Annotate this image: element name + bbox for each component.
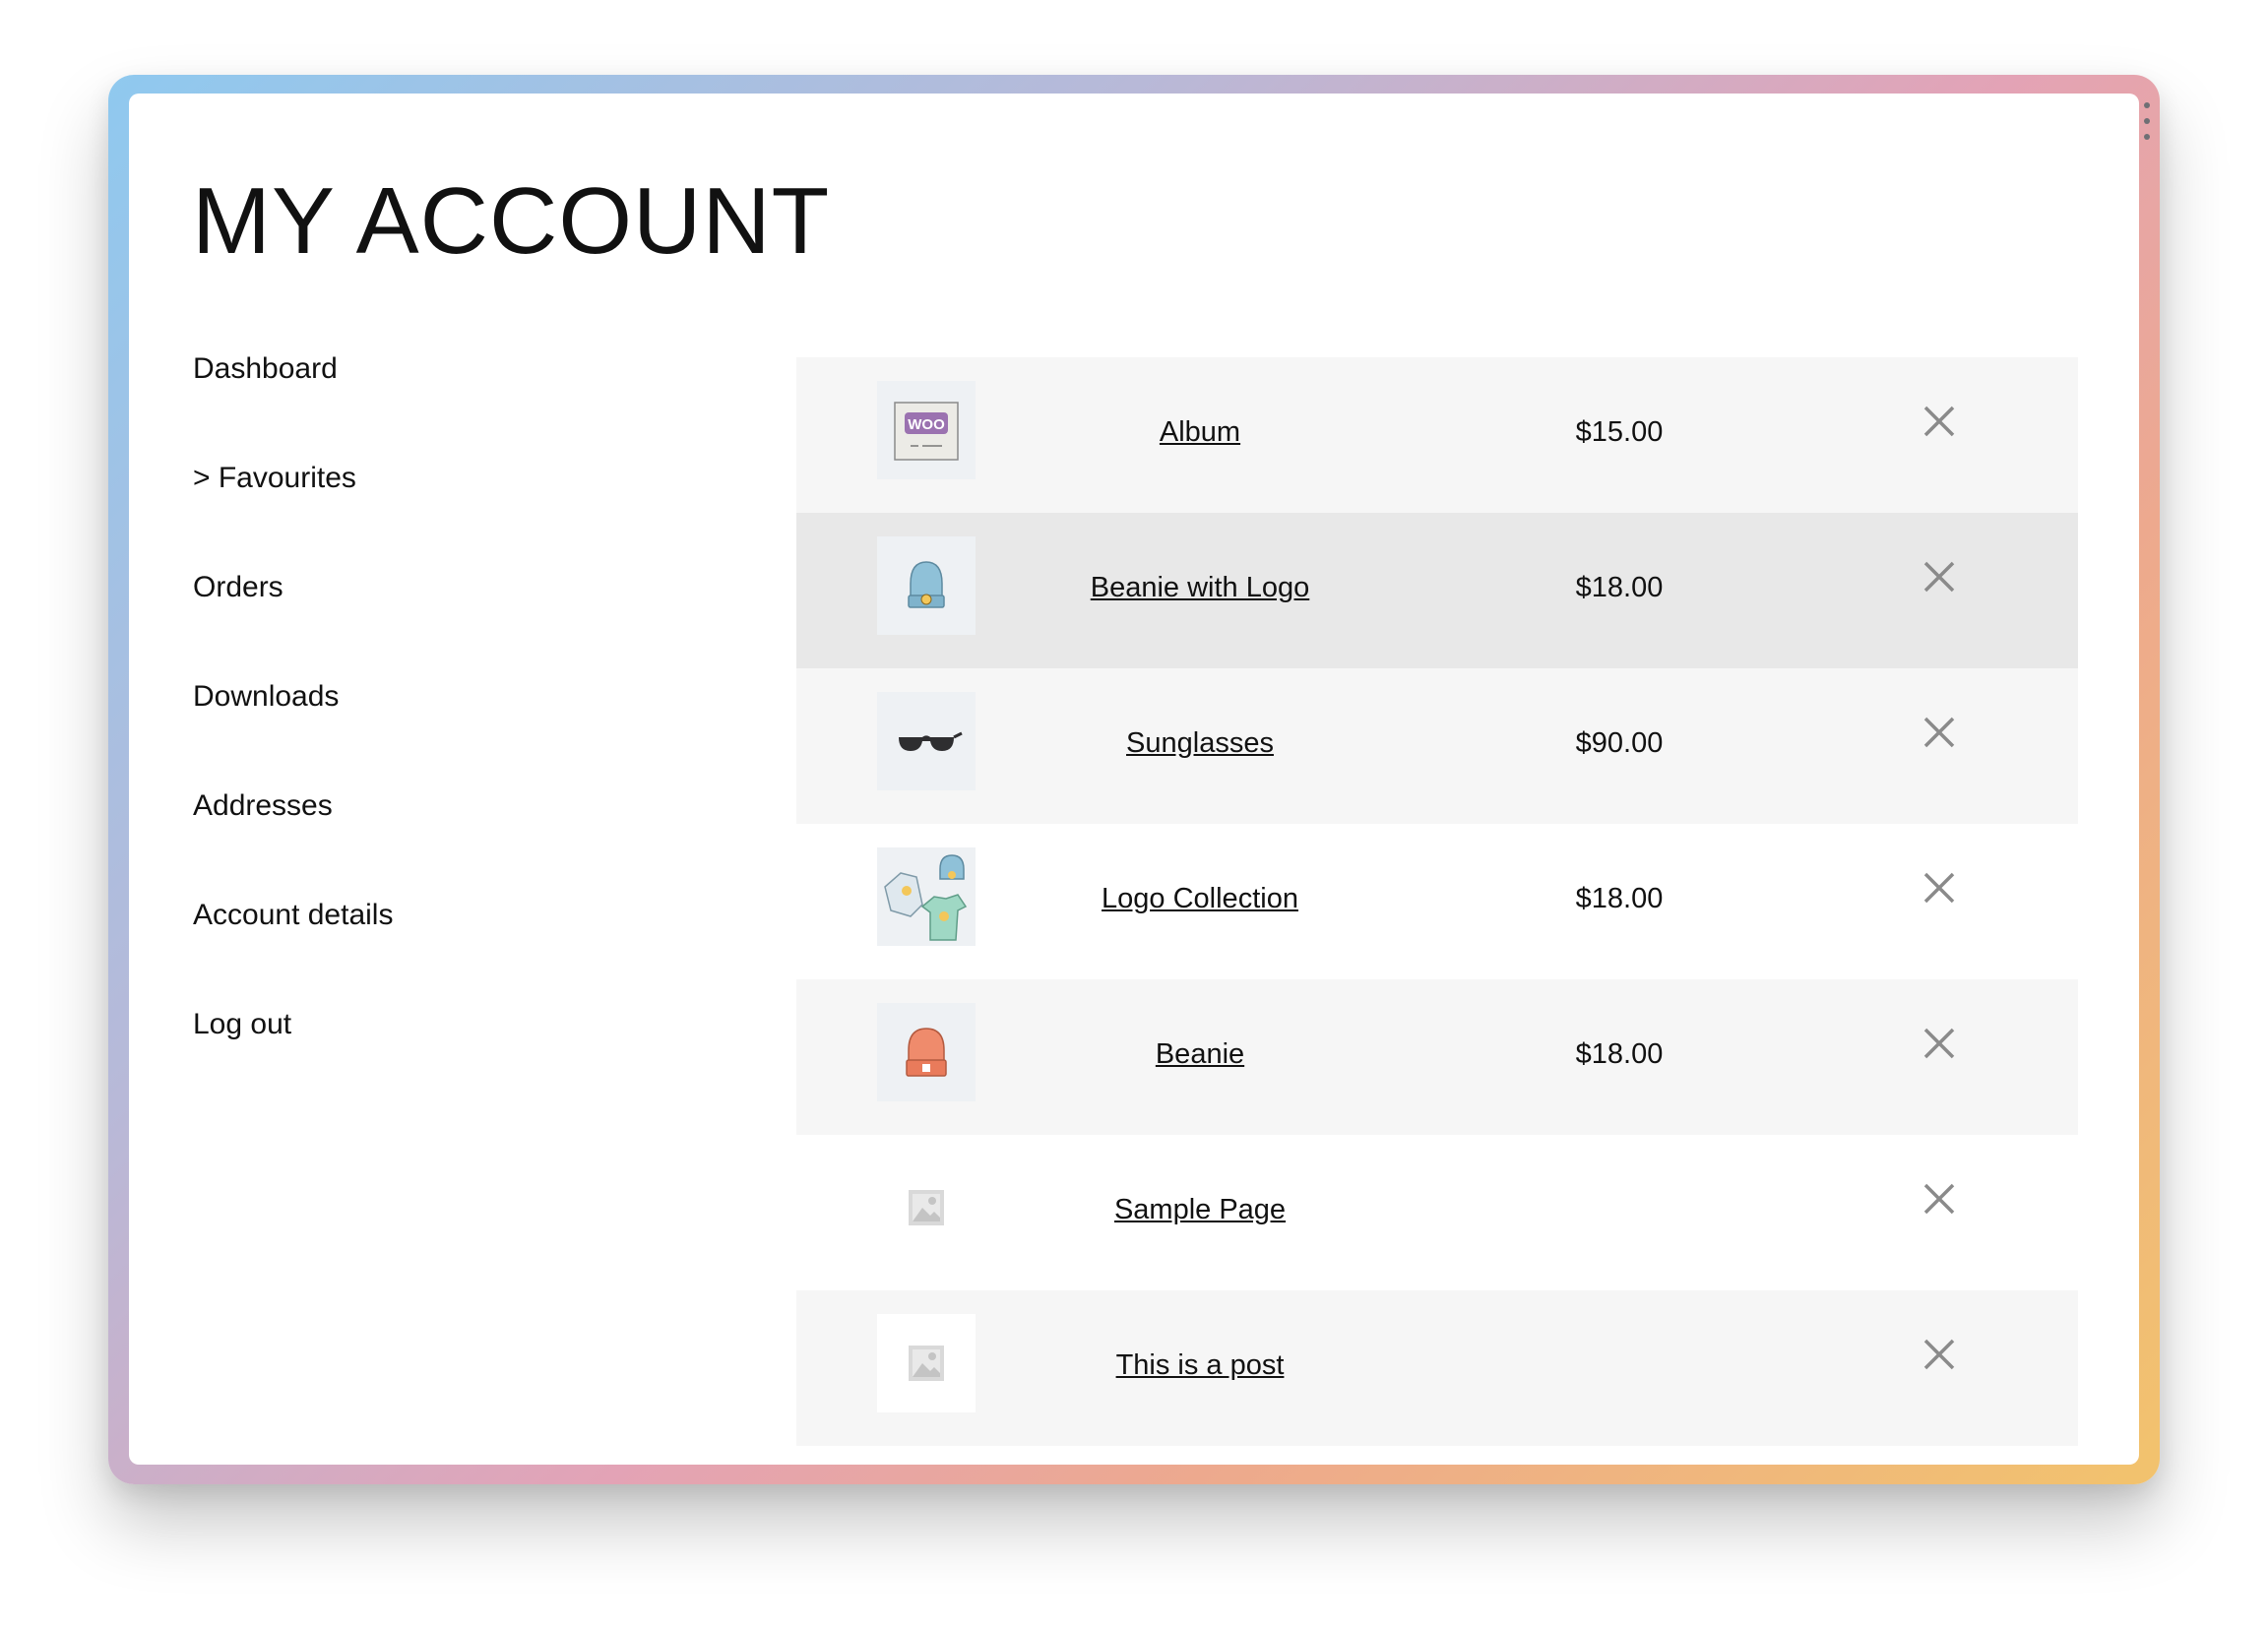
- product-link[interactable]: This is a post: [1052, 1351, 1348, 1380]
- beanie-thumbnail[interactable]: [877, 1003, 976, 1101]
- nav-downloads[interactable]: Downloads: [193, 682, 393, 791]
- wishlist-row: Sunglasses $90.00: [796, 668, 2078, 824]
- wishlist-row: Beanie $18.00: [796, 979, 2078, 1135]
- remove-button[interactable]: [1909, 708, 1970, 757]
- remove-button[interactable]: [1909, 1330, 1970, 1379]
- remove-button[interactable]: [1909, 552, 1970, 601]
- wishlist-row: This is a post: [796, 1290, 2078, 1446]
- account-window: MY ACCOUNT Dashboard > Favourites Orders…: [129, 94, 2139, 1465]
- logo-collection-thumbnail[interactable]: [877, 847, 976, 946]
- handle-dot: [2144, 102, 2150, 108]
- placeholder-image-icon[interactable]: [877, 1158, 976, 1257]
- close-icon: [1923, 561, 1955, 593]
- remove-button[interactable]: [1909, 1019, 1970, 1068]
- close-icon: [1923, 406, 1955, 437]
- page-title: MY ACCOUNT: [192, 168, 831, 274]
- close-icon: [1923, 717, 1955, 748]
- handle-dot: [2144, 134, 2150, 140]
- product-link[interactable]: Beanie: [1052, 1040, 1348, 1069]
- product-price: $90.00: [1575, 727, 1664, 759]
- product-link[interactable]: Logo Collection: [1052, 885, 1348, 913]
- album-thumbnail[interactable]: WOO: [877, 381, 976, 479]
- beanie-with-logo-thumbnail[interactable]: [877, 536, 976, 635]
- wishlist-row: WOO Album $15.00: [796, 357, 2078, 513]
- window-handle[interactable]: [2142, 102, 2152, 140]
- product-price: $18.00: [1575, 572, 1664, 603]
- favourites-table: WOO Album $15.00 Beanie with Logo $18.00: [796, 357, 2078, 1446]
- sunglasses-thumbnail[interactable]: [877, 692, 976, 790]
- product-link[interactable]: Beanie with Logo: [1052, 574, 1348, 602]
- handle-dot: [2144, 118, 2150, 124]
- remove-button[interactable]: [1909, 1174, 1970, 1223]
- nav-favourites[interactable]: > Favourites: [193, 464, 393, 573]
- wishlist-row: Beanie with Logo $18.00: [796, 513, 2078, 668]
- nav-account-details[interactable]: Account details: [193, 901, 393, 1010]
- remove-button[interactable]: [1909, 863, 1970, 912]
- close-icon: [1923, 1028, 1955, 1059]
- product-price: $15.00: [1575, 416, 1664, 448]
- remove-button[interactable]: [1909, 397, 1970, 446]
- close-icon: [1923, 1339, 1955, 1370]
- nav-dashboard[interactable]: Dashboard: [193, 354, 393, 464]
- product-link[interactable]: Sample Page: [1052, 1196, 1348, 1224]
- close-icon: [1923, 1183, 1955, 1215]
- close-icon: [1923, 872, 1955, 904]
- product-price: $18.00: [1575, 1038, 1664, 1070]
- nav-log-out[interactable]: Log out: [193, 1010, 393, 1119]
- placeholder-image-icon[interactable]: [877, 1314, 976, 1412]
- nav-addresses[interactable]: Addresses: [193, 791, 393, 901]
- product-link[interactable]: Album: [1052, 418, 1348, 447]
- wishlist-row: Logo Collection $18.00: [796, 824, 2078, 979]
- svg-text:WOO: WOO: [908, 416, 945, 433]
- product-link[interactable]: Sunglasses: [1052, 729, 1348, 758]
- wishlist-row: Sample Page: [796, 1135, 2078, 1290]
- account-navigation: Dashboard > Favourites Orders Downloads …: [193, 354, 393, 1119]
- product-price: $18.00: [1575, 883, 1664, 914]
- nav-orders[interactable]: Orders: [193, 573, 393, 682]
